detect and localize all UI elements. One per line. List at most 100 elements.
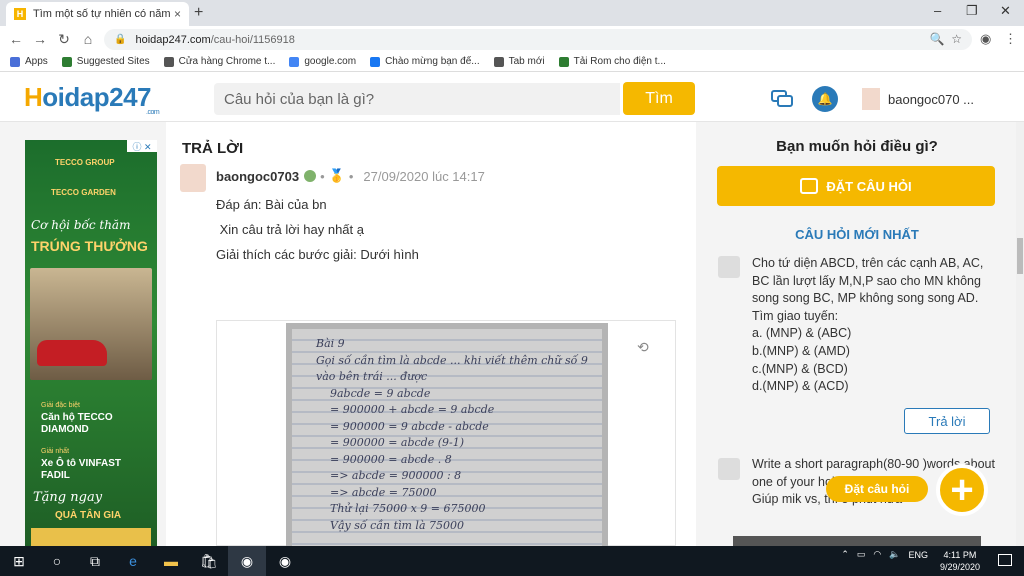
user-menu[interactable]: baongoc070 ... xyxy=(862,88,974,110)
url-bar[interactable]: 🔒 hoidap247.com /cau-hoi/1156918 🔍 ☆ xyxy=(104,29,972,50)
advertisement-banner[interactable]: ⓘ ✕ TECCO GROUP TECCO GARDEN Cơ hội bốc … xyxy=(25,140,157,546)
handwriting-line: 9abcde = 9 abcde xyxy=(330,386,431,400)
tray-up-icon[interactable]: ⌃ xyxy=(841,549,849,560)
handwriting-line: => abcde = 900000 : 8 xyxy=(330,469,462,482)
file-explorer-icon[interactable]: ▬ xyxy=(152,546,190,576)
ad-tagline-2: QUÀ TÂN GIA xyxy=(55,510,122,521)
tab-title: Tìm một số tự nhiên có năm chữ xyxy=(33,8,174,20)
ad-prize1-label: Giải đặc biệt xyxy=(41,402,80,409)
bookmark-icon xyxy=(289,56,300,67)
answer-photo[interactable]: Bài 9 Gọi số cần tìm là abcde ... khi viế… xyxy=(286,323,608,547)
notification-bell-icon[interactable]: 🔔 xyxy=(812,86,838,112)
network-icon[interactable]: ▭ xyxy=(857,549,866,560)
ask-icon xyxy=(800,178,819,194)
windows-start-icon[interactable]: ⊞ xyxy=(0,546,38,576)
handwriting-line: Gọi số cần tìm là abcde ... khi viết thê… xyxy=(316,353,588,367)
volume-icon[interactable]: 🔈 xyxy=(889,549,900,560)
handwriting-line: = 900000 = 9 abcde - abcde xyxy=(330,419,489,433)
clock[interactable]: 4:11 PM 9/29/2020 xyxy=(940,549,980,573)
handwriting-line: = 900000 + abcde = 9 abcde xyxy=(330,403,495,416)
bookmark-label: Tải Rom cho điện t... xyxy=(573,56,666,67)
task-view-icon[interactable]: ⧉ xyxy=(76,546,114,576)
bookmark-label: Chào mừng bạn đế... xyxy=(385,56,480,67)
rank-badge-icon xyxy=(304,170,317,182)
bookmark-item[interactable]: google.com xyxy=(289,56,356,67)
bookmark-item[interactable]: Apps xyxy=(10,56,48,67)
scrollbar-thumb[interactable] xyxy=(1017,238,1023,274)
profile-icon[interactable]: ◉ xyxy=(980,31,991,47)
avatar xyxy=(862,88,880,110)
bookmark-icon xyxy=(370,56,381,67)
handwriting-line: = 900000 = abcde . 8 xyxy=(330,452,452,466)
bookmark-icon xyxy=(493,56,504,67)
answer-section-title: TRẢ LỜI xyxy=(182,140,244,157)
system-tray[interactable]: ⌃ ▭ ◠ 🔈 ENG xyxy=(841,549,928,560)
ad-tagline: Tặng ngay xyxy=(33,490,103,505)
reload-icon[interactable]: ↻ xyxy=(52,31,76,48)
maximize-button[interactable]: ❐ xyxy=(966,3,978,19)
notification-center-icon[interactable] xyxy=(998,554,1012,566)
ask-question-button[interactable]: ĐẶT CÂU HỎI xyxy=(717,166,995,206)
bookmark-item[interactable]: Tải Rom cho điện t... xyxy=(558,56,666,67)
reply-button[interactable]: Trả lời xyxy=(904,408,990,434)
floating-plus-button[interactable]: + xyxy=(936,464,988,516)
bookmark-item[interactable]: Chào mừng bạn đế... xyxy=(370,56,480,67)
menu-icon[interactable]: ⋮ xyxy=(1004,31,1017,47)
chat-icon[interactable] xyxy=(770,88,794,110)
handwriting-line: Vậy số cần tìm là 75000 xyxy=(330,518,464,532)
back-icon[interactable]: ← xyxy=(4,31,28,47)
edge-icon[interactable]: e xyxy=(114,546,152,576)
store-icon[interactable]: 🛍 xyxy=(190,546,228,576)
answer-line: Đáp án: Bài của bn xyxy=(216,197,327,212)
chrome-icon[interactable]: ◉ xyxy=(228,546,266,576)
chrome-icon[interactable]: ◉ xyxy=(266,546,304,576)
close-window-button[interactable]: ✕ xyxy=(1000,3,1011,19)
new-tab-button[interactable]: + xyxy=(194,4,203,22)
clock-time: 4:11 PM xyxy=(943,550,977,560)
separator-dot: • xyxy=(320,168,325,184)
medal-icon: 🥇 xyxy=(328,168,345,183)
username: baongoc070 ... xyxy=(888,91,975,107)
page-scrollbar[interactable] xyxy=(1016,122,1024,546)
url-host: hoidap247.com xyxy=(135,33,211,46)
search-input[interactable]: Câu hỏi của bạn là gì? xyxy=(214,83,620,115)
forward-icon[interactable]: → xyxy=(28,31,52,47)
site-header: Hoidap247 .com Câu hỏi của bạn là gì? Tìm… xyxy=(0,72,1024,122)
home-icon[interactable]: ⌂ xyxy=(76,31,100,47)
ask-button-label: ĐẶT CÂU HỎI xyxy=(826,178,912,194)
answer-line: Xin câu trả lời hay nhất ạ xyxy=(216,222,364,237)
bookmark-icon xyxy=(61,56,72,67)
ad-headline: TRÚNG THƯỞNG xyxy=(31,238,148,254)
tab-close-icon[interactable]: × xyxy=(174,7,181,21)
bookmark-label: Apps xyxy=(25,56,48,67)
handwriting-line: vào bên trái ... được xyxy=(316,370,428,383)
answer-panel: TRẢ LỜI baongoc0703 • 🥇 • 27/09/2020 lúc… xyxy=(166,122,696,547)
question-text[interactable]: Cho tứ diện ABCD, trên các cạnh AB, AC, … xyxy=(752,255,996,396)
site-logo[interactable]: Hoidap247 .com xyxy=(24,82,160,116)
bookmark-item[interactable]: Suggested Sites xyxy=(61,56,150,67)
bookmark-item[interactable]: Cửa hàng Chrome t... xyxy=(163,56,275,67)
ad-prize1-name: Căn hộ TECCO DIAMOND xyxy=(41,412,113,435)
answer-author[interactable]: baongoc0703 xyxy=(216,169,299,184)
answer-image-box[interactable]: Bài 9 Gọi số cần tìm là abcde ... khi viế… xyxy=(216,320,676,547)
search-button[interactable]: Tìm xyxy=(623,82,695,115)
zoom-star-icons[interactable]: 🔍 ☆ xyxy=(930,32,962,46)
bookmark-label: google.com xyxy=(304,56,357,67)
floating-ask-label[interactable]: Đặt câu hỏi xyxy=(826,476,928,502)
bookmark-item[interactable]: Tab mới xyxy=(493,56,545,67)
bookmark-icon xyxy=(558,56,569,67)
avatar[interactable] xyxy=(180,164,206,192)
windows-taskbar: ⊞ ○ ⧉ e ▬ 🛍 ◉ ◉ ⌃ ▭ ◠ 🔈 ENG 4:11 PM 9/29… xyxy=(0,546,1024,576)
language-indicator[interactable]: ENG xyxy=(908,550,928,560)
search-icon[interactable]: ○ xyxy=(38,546,76,576)
browser-tab[interactable]: H Tìm một số tự nhiên có năm chữ × xyxy=(6,2,189,26)
lock-icon: 🔒 xyxy=(114,34,127,45)
wifi-icon[interactable]: ◠ xyxy=(873,549,881,560)
minimize-button[interactable]: – xyxy=(934,3,941,18)
rotate-icon[interactable]: ⟲ xyxy=(637,339,649,356)
ad-close-icon[interactable]: ⓘ ✕ xyxy=(127,140,157,152)
newest-questions-title[interactable]: CÂU HỎI MỚI NHẤT xyxy=(702,227,1012,242)
clock-date: 9/29/2020 xyxy=(939,562,980,572)
sidebar-ad-strip[interactable] xyxy=(733,536,981,546)
ask-prompt: Bạn muốn hỏi điều gì? xyxy=(776,138,938,155)
